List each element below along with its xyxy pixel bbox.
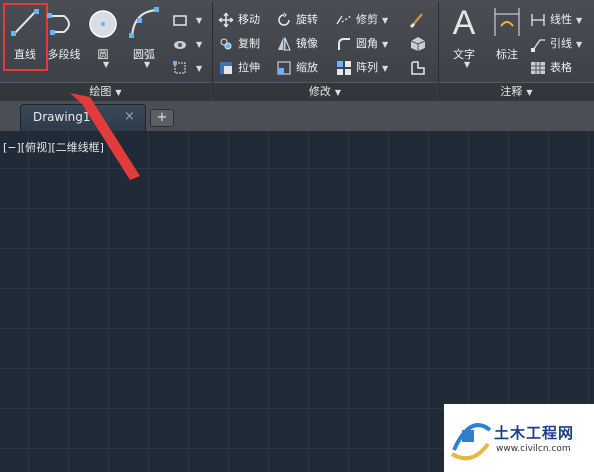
polyline-button-label: 多段线 bbox=[47, 48, 81, 61]
leader-dropdown-icon[interactable]: ▼ bbox=[576, 40, 582, 49]
linear-label: 线性 bbox=[550, 13, 572, 26]
annotation-panel-title-label: 注释 bbox=[500, 85, 523, 98]
watermark: 土木工程网 www.civilcn.com bbox=[444, 404, 594, 472]
polyline-button[interactable]: 多段线 bbox=[42, 2, 86, 72]
linear-button[interactable]: 线性 ▼ bbox=[530, 10, 582, 30]
draw-panel-title[interactable]: 绘图 ▼ bbox=[0, 82, 211, 101]
rotate-button[interactable]: 旋转 bbox=[276, 10, 318, 30]
scale-button[interactable]: 缩放 bbox=[276, 58, 318, 78]
leader-label: 引线 bbox=[550, 37, 572, 50]
scale-icon bbox=[277, 61, 291, 75]
copy-label: 复制 bbox=[238, 37, 260, 50]
arc-dropdown-icon[interactable]: ▼ bbox=[144, 60, 150, 69]
hatch-icon bbox=[174, 41, 186, 49]
fillet-dropdown-icon[interactable]: ▼ bbox=[382, 40, 388, 49]
hatch-tool[interactable]: ▼ bbox=[172, 34, 202, 54]
text-dropdown-icon[interactable]: ▼ bbox=[464, 60, 470, 69]
table-label: 表格 bbox=[550, 61, 572, 74]
circle-dropdown-icon[interactable]: ▼ bbox=[103, 60, 109, 69]
offset-icon bbox=[411, 61, 425, 75]
dimension-button[interactable]: 标注 bbox=[488, 2, 526, 72]
polyline-icon bbox=[47, 13, 70, 35]
close-icon[interactable]: × bbox=[124, 109, 135, 124]
leader-button[interactable]: 引线 ▼ bbox=[530, 34, 582, 54]
modify-panel-title-label: 修改 bbox=[308, 85, 331, 98]
fillet-button[interactable]: 圆角 ▼ bbox=[336, 34, 388, 54]
circle-button[interactable]: 圆 ▼ bbox=[86, 2, 120, 72]
new-tab-button[interactable]: + bbox=[150, 109, 174, 127]
linear-dim-icon bbox=[531, 14, 545, 26]
stretch-icon bbox=[220, 62, 232, 74]
ribbon: 直线 多段线 圆 ▼ 圆弧 ▼ ▼ ▼ ▼ 移动 旋转 修剪 ▼ 复制 镜像 圆… bbox=[0, 0, 594, 102]
mirror-label: 镜像 bbox=[296, 37, 318, 50]
arc-icon bbox=[129, 7, 159, 38]
boundary-dropdown-icon[interactable]: ▼ bbox=[196, 64, 202, 73]
mirror-icon bbox=[278, 37, 291, 51]
trim-dropdown-icon[interactable]: ▼ bbox=[382, 16, 388, 25]
trim-button[interactable]: 修剪 ▼ bbox=[336, 10, 388, 30]
offset-tool[interactable] bbox=[410, 58, 430, 78]
trim-label: 修剪 bbox=[356, 13, 378, 26]
boundary-tool[interactable]: ▼ bbox=[172, 58, 202, 78]
scale-label: 缩放 bbox=[296, 61, 318, 74]
stretch-button[interactable]: 拉伸 bbox=[218, 58, 260, 78]
copy-icon bbox=[220, 38, 232, 50]
arc-button[interactable]: 圆弧 ▼ bbox=[124, 2, 164, 72]
brush-icon bbox=[410, 13, 423, 28]
rectangle-icon bbox=[173, 15, 187, 26]
rectangle-dropdown-icon[interactable]: ▼ bbox=[196, 16, 202, 25]
modify-panel-title[interactable]: 修改 ▼ bbox=[213, 82, 437, 101]
stretch-label: 拉伸 bbox=[238, 61, 260, 74]
modify-panel-expand-icon[interactable]: ▼ bbox=[335, 88, 341, 97]
text-button[interactable]: A 文字 ▼ bbox=[444, 2, 484, 72]
cube-icon bbox=[410, 37, 426, 51]
fillet-icon bbox=[338, 38, 350, 50]
boundary-icon bbox=[173, 61, 186, 74]
rotate-label: 旋转 bbox=[296, 13, 318, 26]
move-button[interactable]: 移动 bbox=[218, 10, 260, 30]
array-dropdown-icon[interactable]: ▼ bbox=[382, 64, 388, 73]
plus-icon: + bbox=[156, 110, 168, 125]
erase-tool[interactable] bbox=[410, 10, 430, 30]
explode-tool[interactable] bbox=[410, 34, 430, 54]
rotate-icon bbox=[278, 12, 290, 26]
draw-panel-title-label: 绘图 bbox=[89, 85, 112, 98]
leader-icon bbox=[531, 39, 545, 52]
watermark-url: www.civilcn.com bbox=[496, 444, 571, 454]
array-button[interactable]: 阵列 ▼ bbox=[336, 58, 388, 78]
text-icon: A bbox=[452, 4, 476, 42]
fillet-label: 圆角 bbox=[356, 37, 378, 50]
array-icon bbox=[337, 61, 351, 75]
viewport-controls-label[interactable]: [−][俯视][二维线框] bbox=[3, 139, 104, 155]
table-button[interactable]: 表格 bbox=[530, 58, 572, 78]
move-label: 移动 bbox=[238, 13, 260, 26]
linear-dropdown-icon[interactable]: ▼ bbox=[576, 16, 582, 25]
rectangle-tool[interactable]: ▼ bbox=[172, 10, 202, 30]
hatch-dropdown-icon[interactable]: ▼ bbox=[196, 40, 202, 49]
dimension-icon bbox=[494, 8, 520, 36]
dimension-button-label: 标注 bbox=[496, 48, 518, 61]
annotation-panel-title[interactable]: 注释 ▼ bbox=[439, 82, 594, 101]
draw-panel-expand-icon[interactable]: ▼ bbox=[115, 88, 121, 97]
circle-icon bbox=[89, 10, 117, 38]
drawing-tab[interactable]: Drawing1 × bbox=[20, 104, 146, 131]
mirror-button[interactable]: 镜像 bbox=[276, 34, 318, 54]
watermark-logo-icon bbox=[450, 423, 492, 461]
move-icon bbox=[218, 12, 234, 28]
watermark-title: 土木工程网 bbox=[494, 424, 575, 442]
drawing-tab-label: Drawing1 bbox=[33, 110, 91, 124]
trim-icon bbox=[336, 15, 352, 25]
annotation-panel-expand-icon[interactable]: ▼ bbox=[526, 88, 532, 97]
table-icon bbox=[531, 62, 545, 74]
copy-button[interactable]: 复制 bbox=[218, 34, 260, 54]
array-label: 阵列 bbox=[356, 61, 378, 74]
